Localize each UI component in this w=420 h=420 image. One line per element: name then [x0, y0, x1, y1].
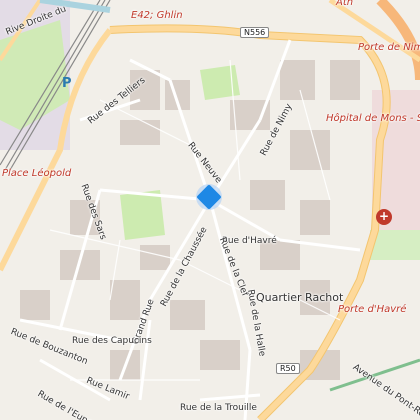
park-area — [200, 65, 240, 100]
hospital-icon: + — [379, 209, 390, 223]
street-label-rue-de-la-trouille: Rue de la Trouille — [180, 403, 257, 413]
place-label-porte-dhavre: Porte d'Havré — [338, 304, 407, 315]
road-shield-r50: R50 — [276, 363, 300, 374]
street-label-rue-dhavre: Rue d'Havré — [222, 236, 277, 246]
label-ath: Ath — [336, 0, 354, 8]
map-view[interactable]: Rive Droite du E42; Ghlin Ath Rue des Te… — [0, 0, 420, 420]
location-pin — [196, 184, 222, 210]
label-e42-ghlin: E42; Ghlin — [131, 10, 183, 21]
place-label-place-leopold: Place Léopold — [2, 168, 72, 179]
street-label-rue-des-capucins: Rue des Capucins — [72, 336, 152, 346]
place-label-quartier-rachot: Quartier Rachot — [256, 291, 344, 304]
road-shield-n556: N556 — [240, 27, 270, 38]
parking-icon: P — [62, 76, 72, 91]
park-area — [120, 190, 165, 240]
place-label-hopital: Hôpital de Mons - S — [326, 113, 420, 124]
place-label-porte-de-nimy: Porte de Nim — [358, 42, 420, 53]
